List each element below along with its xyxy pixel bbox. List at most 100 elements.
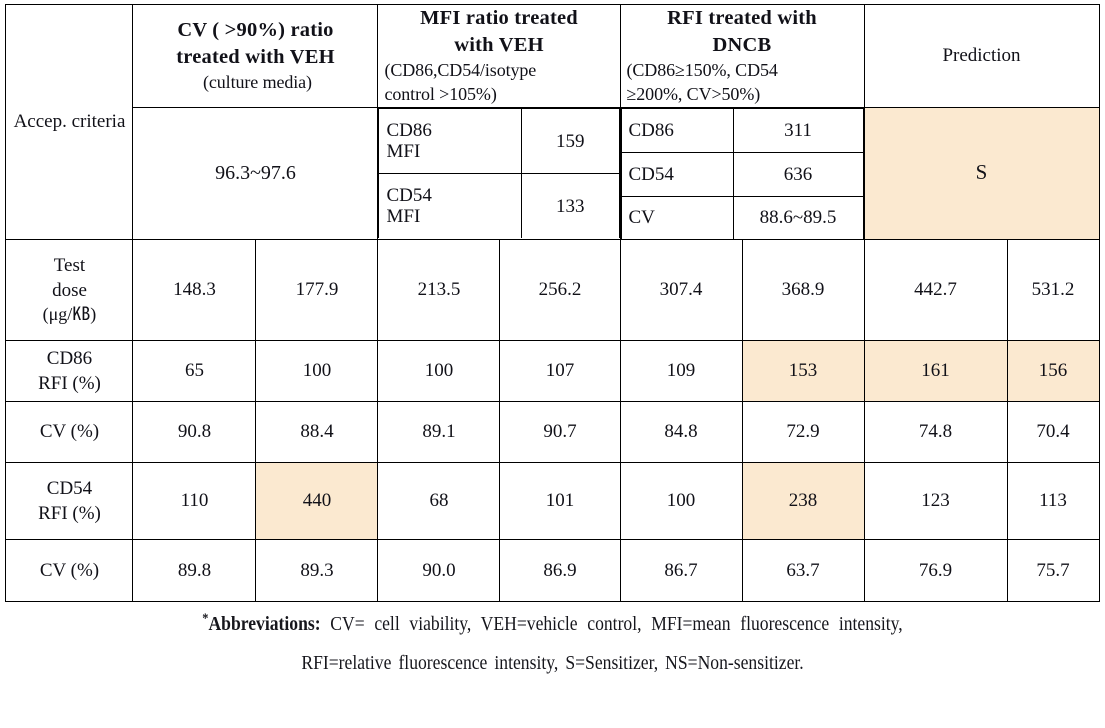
rfi-cv-value: 88.6~89.5 [732,195,864,239]
header-cv-ratio: CV ( >90%) ratio treated with VEH (cultu… [132,4,379,108]
table-row: CD54 RFI (%) 110 440 68 101 100 238 123 … [5,461,1100,540]
cell-cd86-rfi-6: 153 [741,339,865,402]
footnote-line-2: RFI=relative fluorescence intensity, S=S… [301,651,804,674]
mfi-cd86-label-line1: CD86 [386,119,432,141]
prediction-result-badge: S [863,106,1100,240]
table-row: CV (%) 89.8 89.3 90.0 86.9 86.7 63.7 76.… [5,538,1100,602]
header-cv-ratio-line1: CV ( >90%) ratio [177,18,334,41]
cell-cd54-rfi-8: 113 [1006,461,1100,540]
cell-cv2-2: 89.3 [255,538,379,602]
cell-cd86-rfi-5: 109 [619,339,743,402]
header-cv-ratio-line3: (culture media) [203,71,312,92]
cv-ratio-criteria-value: 96.3~97.6 [132,106,379,240]
mfi-cd86-label-line2: MFI [386,141,421,163]
rfi-criteria-row: CD54 636 [620,151,864,197]
cell-cv1-8: 70.4 [1006,400,1100,463]
footnote-label: Abbreviations: [208,612,321,635]
cell-test-dose-1: 148.3 [132,238,257,341]
cell-cd86-rfi-8: 156 [1006,339,1100,402]
cell-test-dose-2: 177.9 [255,238,379,341]
mfi-cd54-label-line2: MFI [386,206,421,228]
cell-cd86-rfi-7: 161 [863,339,1008,402]
rfi-criteria-block: CD86 311 CD54 636 CV 88.6~89.5 [619,106,865,240]
cell-test-dose-8: 531.2 [1006,238,1100,341]
cell-cd54-rfi-1: 110 [132,461,257,540]
row-label-line: CV (%) [39,421,100,443]
mfi-criteria-inner-table: CD86 MFI 159 CD54 MFI 133 [378,108,620,239]
header-titles-row: Accep. criteria CV ( >90%) ratio treated… [5,4,1100,240]
row-label-line: CV (%) [39,559,100,581]
mfi-criteria-row: CD86 MFI 159 [378,108,620,175]
row-label-line: dose [52,279,87,301]
cell-cv2-7: 76.9 [863,538,1008,602]
mfi-criteria-row: CD54 MFI 133 [378,173,620,239]
row-label-cv-1: CV (%) [5,400,134,463]
header-rfi-dncb-line1: RFI treated with [667,7,817,29]
accep-criteria-line1: Accep. [13,111,67,133]
row-label-cv-2: CV (%) [5,538,134,602]
accep-criteria-line2: criteria [71,111,126,133]
row-label-cd54-rfi: CD54 RFI (%) [5,461,134,540]
rfi-cd54-value: 636 [732,151,864,197]
assay-results-table: Accep. criteria CV ( >90%) ratio treated… [5,4,1100,602]
rfi-criteria-inner-table: CD86 311 CD54 636 CV 88.6~89.5 [620,107,864,239]
header-values-row: 96.3~97.6 CD86 MFI 159 CD54 MFI 133 CD86… [6,106,1100,240]
header-prediction: Prediction [863,4,1100,108]
cell-test-dose-4: 256.2 [499,238,621,341]
header-mfi-ratio-line4: control >105%) [384,83,497,104]
cell-cd54-rfi-5: 100 [619,461,743,540]
cell-cv1-7: 74.8 [863,400,1008,463]
abbreviations-footnote: *Abbreviations: CV= cell viability, VEH=… [72,605,1034,683]
table-figure-page: Accep. criteria CV ( >90%) ratio treated… [0,0,1105,728]
header-rfi-dncb-line2: DNCB [712,34,772,57]
row-label-line: RFI (%) [38,502,101,524]
mfi-criteria-block: CD86 MFI 159 CD54 MFI 133 [377,106,621,240]
header-rfi-dncb-line3: (CD86≥150%, CD54 [626,60,778,81]
row-label-line: CD54 [46,477,93,499]
cell-test-dose-6: 368.9 [741,238,865,341]
rfi-cd54-label: CD54 [620,151,734,197]
cell-cd86-rfi-2: 100 [255,339,379,402]
cell-cv2-8: 75.7 [1006,538,1100,602]
rfi-criteria-row: CD86 311 [620,107,864,153]
mfi-cd86-value: 159 [520,108,620,175]
cell-cv1-4: 90.7 [499,400,621,463]
table-row: CD86 RFI (%) 65 100 100 107 109 153 161 … [5,339,1100,402]
header-mfi-ratio-line3: (CD86,CD54/isotype [384,60,537,81]
header-rfi-dncb: RFI treated with DNCB (CD86≥150%, CD54 ≥… [619,4,865,108]
row-label-line: (μg/㎅) [42,303,97,324]
cell-cv2-3: 90.0 [377,538,501,602]
cell-cd86-rfi-4: 107 [499,339,621,402]
cell-cv2-6: 63.7 [741,538,865,602]
header-cv-ratio-line2: treated with VEH [176,45,335,68]
cell-cv1-1: 90.8 [132,400,257,463]
table-row: Test dose (μg/㎅) 148.3 177.9 213.5 256.2… [5,238,1100,341]
cell-test-dose-3: 213.5 [377,238,501,341]
rfi-cv-label: CV [620,195,734,239]
mfi-cd54-value: 133 [520,173,620,239]
table-row: CV (%) 90.8 88.4 89.1 90.7 84.8 72.9 74.… [5,400,1100,463]
header-mfi-ratio-line2: with VEH [454,34,544,57]
cell-cv1-5: 84.8 [619,400,743,463]
accep-criteria-label: Accep. criteria [5,4,134,240]
header-rfi-dncb-line4: ≥200%, CV>50%) [626,83,761,104]
cell-cd54-rfi-2: 440 [255,461,379,540]
row-label-test-dose: Test dose (μg/㎅) [5,238,134,341]
cell-cv2-4: 86.9 [499,538,621,602]
cell-test-dose-5: 307.4 [619,238,743,341]
row-label-line: CD86 [46,347,93,369]
row-label-line: RFI (%) [38,372,101,394]
footnote-line-1: *Abbreviations: CV= cell viability, VEH=… [72,605,1034,644]
cell-cd86-rfi-3: 100 [377,339,501,402]
mfi-cd54-label-line1: CD54 [386,184,432,206]
footnote-line-1-text: CV= cell viability, VEH=vehicle control,… [330,612,903,635]
cell-cv1-3: 89.1 [377,400,501,463]
cell-cv2-5: 86.7 [619,538,743,602]
rfi-cd86-label: CD86 [620,107,734,153]
cell-cv1-2: 88.4 [255,400,379,463]
cell-cv2-1: 89.8 [132,538,257,602]
row-label-cd86-rfi: CD86 RFI (%) [5,339,134,402]
cell-test-dose-7: 442.7 [863,238,1008,341]
cell-cv1-6: 72.9 [741,400,865,463]
row-label-line: Test [53,254,86,276]
